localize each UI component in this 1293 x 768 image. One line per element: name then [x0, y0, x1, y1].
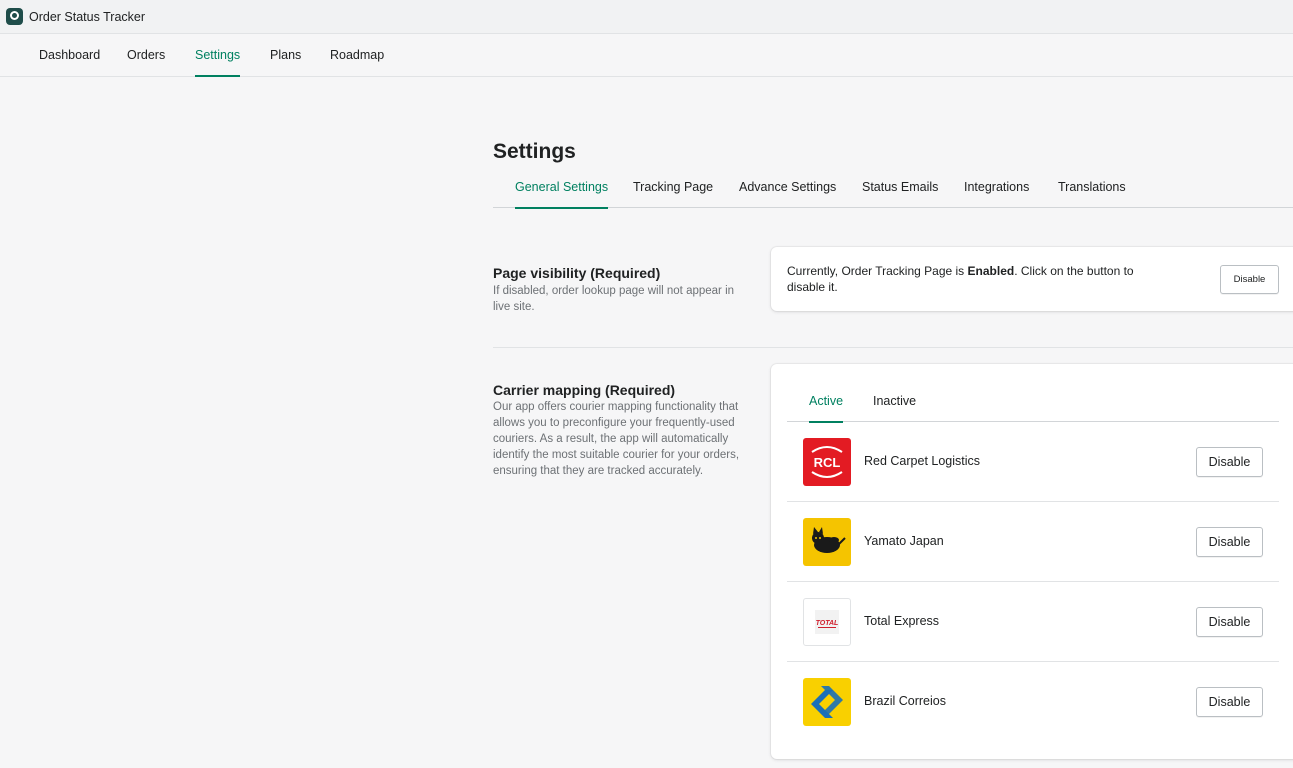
- nav-plans[interactable]: Plans: [270, 34, 301, 77]
- black-cat-icon: [812, 527, 846, 553]
- app-title: Order Status Tracker: [29, 9, 146, 24]
- rcl-logo-text: RCL: [814, 455, 841, 470]
- carrier-row: RCL Red Carpet Logistics Disable: [787, 422, 1279, 502]
- nav-orders[interactable]: Orders: [127, 34, 165, 77]
- app-logo-icon: [6, 8, 23, 25]
- page-visibility-description: If disabled, order lookup page will not …: [493, 285, 735, 313]
- tab-advance-settings[interactable]: Advance Settings: [739, 168, 836, 208]
- nav-settings[interactable]: Settings: [195, 34, 241, 77]
- nav-roadmap[interactable]: Roadmap: [330, 34, 384, 77]
- rcl-logo-icon: RCL: [811, 446, 843, 478]
- app-titlebar: Order Status Tracker: [0, 0, 1293, 34]
- tab-active[interactable]: Active: [809, 384, 844, 423]
- carrier-row: Yamato Japan Disable: [787, 502, 1279, 582]
- carrier-mapping-heading: Carrier mapping (Required): [493, 382, 676, 398]
- carrier-name: Total Express: [864, 614, 940, 628]
- tab-general-settings[interactable]: General Settings: [515, 168, 609, 209]
- disable-carrier-button[interactable]: Disable: [1196, 607, 1263, 637]
- carrier-name: Brazil Correios: [864, 694, 946, 708]
- yamato-japan-logo: [803, 518, 851, 566]
- tab-status-emails[interactable]: Status Emails: [862, 168, 938, 208]
- carrier-name: Yamato Japan: [864, 534, 944, 548]
- total-logo-text: TOTAL: [816, 620, 839, 627]
- disable-carrier-button[interactable]: Disable: [1196, 447, 1263, 477]
- disable-carrier-button[interactable]: Disable: [1196, 687, 1263, 717]
- visibility-status-value: Enabled: [967, 264, 1015, 278]
- nav-dashboard[interactable]: Dashboard: [39, 34, 100, 77]
- brazil-correios-logo: [803, 678, 851, 726]
- carrier-row: TOTAL Total Express Disable: [787, 582, 1279, 662]
- carrier-mapping-card: Active Inactive RCL Red Carpet Logistics…: [771, 364, 1293, 759]
- total-logo-icon: TOTAL: [815, 610, 839, 634]
- tab-tracking-page[interactable]: Tracking Page: [633, 168, 713, 208]
- total-express-logo: TOTAL: [803, 598, 851, 646]
- section-divider: [493, 347, 1293, 348]
- carrier-tabs: Active Inactive: [787, 384, 1279, 423]
- red-carpet-logistics-logo: RCL: [803, 438, 851, 486]
- carrier-name: Red Carpet Logistics: [864, 454, 981, 468]
- correios-arrows-icon: [811, 686, 843, 718]
- carrier-mapping-description: Our app offers courier mapping functiona…: [493, 401, 740, 477]
- page-title: Settings: [493, 140, 576, 163]
- disable-carrier-button[interactable]: Disable: [1196, 527, 1263, 557]
- settings-tabs: General Settings Tracking Page Advance S…: [493, 168, 1293, 209]
- tab-integrations[interactable]: Integrations: [964, 168, 1029, 208]
- tab-translations[interactable]: Translations: [1058, 168, 1126, 208]
- page-visibility-card: Currently, Order Tracking Page is Enable…: [771, 247, 1293, 311]
- tab-inactive[interactable]: Inactive: [873, 384, 916, 422]
- disable-tracking-page-button[interactable]: Disable: [1220, 265, 1279, 294]
- visibility-status-text: Currently, Order Tracking Page is Enable…: [787, 263, 1157, 295]
- visibility-status-prefix: Currently, Order Tracking Page is: [787, 264, 968, 278]
- carrier-row: Brazil Correios Disable: [787, 662, 1279, 742]
- page-visibility-heading: Page visibility (Required): [493, 265, 661, 281]
- top-nav: Dashboard Orders Settings Plans Roadmap: [0, 34, 1293, 77]
